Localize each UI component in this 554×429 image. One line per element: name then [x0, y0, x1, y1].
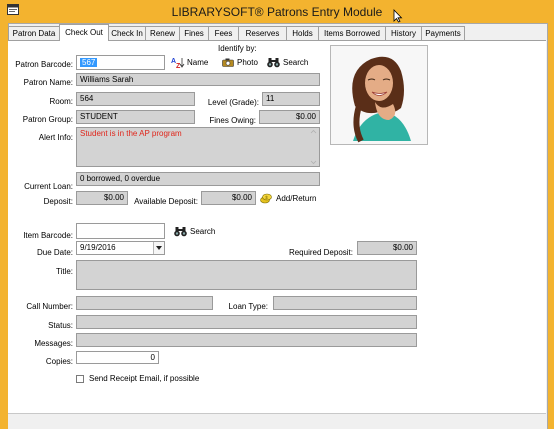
patron-search-label: Search: [283, 58, 309, 67]
patron-name-label: Patron Name:: [23, 78, 73, 87]
copies-input[interactable]: 0: [76, 351, 159, 364]
window-title: LIBRARYSOFT® Patrons Entry Module: [171, 5, 383, 19]
fines-owing-label: Fines Owing:: [209, 116, 256, 125]
patron-name-field: Williams Sarah: [76, 73, 320, 86]
send-receipt-email-checkbox[interactable]: [76, 375, 84, 383]
loan-type-field: [273, 296, 417, 310]
mouse-cursor-icon: [393, 9, 403, 23]
messages-label: Messages:: [34, 339, 73, 348]
title-label: Title:: [55, 267, 73, 276]
tab-fines[interactable]: Fines: [179, 26, 209, 40]
patron-barcode-label: Patron Barcode:: [15, 60, 73, 69]
level-grade-label: Level (Grade):: [207, 98, 259, 107]
chevron-down-icon: [156, 246, 162, 250]
patron-group-field: STUDENT: [76, 110, 195, 124]
add-return-label: Add/Return: [276, 194, 317, 203]
camera-icon: [222, 58, 234, 67]
due-date-label: Due Date:: [36, 248, 73, 257]
tab-check-in[interactable]: Check In: [108, 26, 146, 40]
due-date-picker[interactable]: 9/19/2016: [76, 241, 165, 255]
patron-barcode-value: 567: [80, 58, 98, 67]
coins-icon: $: [260, 193, 272, 204]
loan-type-label: Loan Type:: [228, 302, 268, 311]
check-out-page: Identify by: Patron Barcode: 567 A Z Nam…: [8, 40, 546, 429]
due-date-value: 9/19/2016: [80, 243, 116, 252]
bottom-toolbar: [8, 413, 546, 429]
binoculars-icon: [267, 58, 280, 68]
tab-fees[interactable]: Fees: [208, 26, 239, 40]
tab-renew[interactable]: Renew: [145, 26, 180, 40]
item-search-button[interactable]: Search: [174, 226, 220, 237]
item-search-label: Search: [190, 227, 216, 236]
svg-text:Z: Z: [176, 63, 181, 68]
level-grade-field: 11: [262, 92, 320, 106]
identify-by-photo-label: Photo: [237, 58, 258, 67]
required-deposit-field: $0.00: [357, 241, 417, 255]
tab-reserves[interactable]: Reserves: [238, 26, 287, 40]
room-field: 564: [76, 92, 195, 106]
available-deposit-label: Available Deposit:: [134, 197, 198, 206]
az-sort-icon: A Z: [171, 58, 185, 68]
fines-owing-field: $0.00: [259, 110, 320, 124]
alert-scrollbar[interactable]: [308, 128, 319, 166]
tab-payments[interactable]: Payments: [421, 26, 465, 40]
identify-by-name-button[interactable]: A Z Name: [171, 57, 213, 68]
current-loan-field: 0 borrowed, 0 overdue: [76, 172, 320, 186]
tab-holds[interactable]: Holds: [286, 26, 319, 40]
patron-barcode-input[interactable]: 567: [76, 55, 165, 70]
item-barcode-label: Item Barcode:: [23, 231, 73, 240]
deposit-label: Deposit:: [43, 197, 73, 206]
patron-group-label: Patron Group:: [22, 115, 73, 124]
current-loan-label: Current Loan:: [24, 182, 73, 191]
tab-check-out[interactable]: Check Out: [59, 24, 109, 41]
identify-by-name-label: Name: [187, 58, 209, 67]
identify-by-photo-button[interactable]: Photo: [222, 57, 262, 68]
tab-items-borrowed[interactable]: Items Borrowed: [318, 26, 386, 40]
alert-info-field: Student is in the AP program: [76, 127, 320, 167]
patron-search-button[interactable]: Search: [267, 57, 313, 68]
copies-label: Copies:: [45, 357, 73, 366]
deposit-field: $0.00: [76, 191, 128, 205]
call-number-label: Call Number:: [26, 302, 73, 311]
binoculars-icon: [174, 227, 187, 237]
call-number-field: [76, 296, 213, 310]
item-barcode-input[interactable]: [76, 223, 165, 239]
available-deposit-field: $0.00: [201, 191, 256, 205]
send-receipt-email-label: Send Receipt Email, if possible: [89, 374, 200, 383]
required-deposit-label: Required Deposit:: [288, 248, 353, 257]
tab-patron-data[interactable]: Patron Data: [8, 26, 60, 40]
alert-info-label: Alert Info:: [38, 133, 73, 142]
title-field: [76, 260, 417, 290]
patron-portrait-image: [331, 46, 427, 144]
status-label: Status:: [48, 321, 73, 330]
add-return-deposit-button[interactable]: $ Add/Return: [260, 192, 322, 204]
tab-history[interactable]: History: [385, 26, 422, 40]
status-field: [76, 315, 417, 329]
room-label: Room:: [49, 97, 73, 106]
messages-field: [76, 333, 417, 347]
identify-by-heading: Identify by:: [218, 44, 257, 53]
patron-photo: [330, 45, 428, 145]
due-date-dropdown-button[interactable]: [153, 242, 164, 254]
